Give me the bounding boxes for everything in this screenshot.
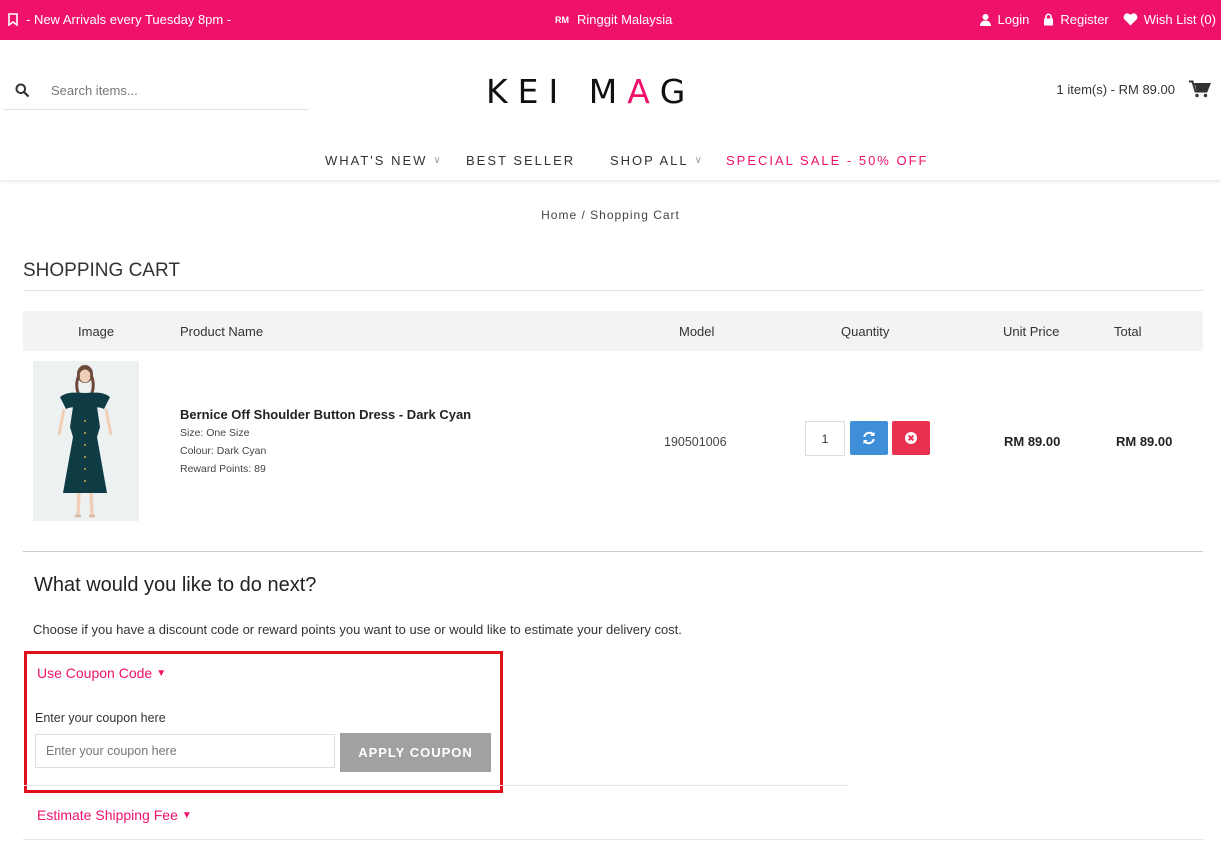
- nav-label: SPECIAL SALE - 50% OFF: [726, 153, 929, 168]
- nav-special-sale[interactable]: SPECIAL SALE - 50% OFF: [726, 153, 928, 168]
- col-product-name: Product Name: [180, 324, 264, 339]
- divider: [23, 551, 1203, 552]
- register-label: Register: [1060, 12, 1109, 27]
- wishlist-link[interactable]: Wish List (0): [1123, 12, 1216, 27]
- remove-item-button[interactable]: [892, 421, 930, 455]
- page-title: SHOPPING CART: [23, 260, 180, 281]
- coupon-accordion-toggle[interactable]: Use Coupon Code ▼: [37, 665, 166, 681]
- col-image: Image: [78, 324, 115, 339]
- lock-icon: [1044, 13, 1054, 26]
- product-image[interactable]: [33, 361, 139, 521]
- col-quantity: Quantity: [841, 324, 890, 339]
- user-icon: [979, 14, 991, 26]
- update-quantity-button[interactable]: [850, 421, 888, 455]
- header-cart[interactable]: 1 item(s) - RM 89.00: [1057, 80, 1211, 98]
- caret-down-icon: ▼: [156, 667, 167, 679]
- cart-summary-text: 1 item(s) - RM 89.00: [1056, 81, 1175, 97]
- nav-label: WHAT'S NEW: [325, 153, 428, 168]
- line-total: RM 89.00: [1116, 434, 1173, 449]
- nav-label: SHOP ALL: [610, 153, 689, 168]
- login-label: Login: [997, 12, 1030, 27]
- search-bar: [3, 70, 309, 110]
- logo-accent: A: [627, 71, 660, 111]
- col-total: Total: [1114, 324, 1142, 339]
- promo-text: - New Arrivals every Tuesday 8pm -: [26, 12, 232, 27]
- register-link[interactable]: Register: [1043, 12, 1109, 27]
- search-icon[interactable]: [15, 83, 29, 97]
- close-circle-icon: [905, 432, 917, 444]
- shipping-title: Estimate Shipping Fee: [37, 807, 178, 823]
- account-links: Login Register Wish List (0): [979, 12, 1216, 27]
- site-logo[interactable]: KEI MAG: [486, 71, 696, 111]
- col-unit-price: Unit Price: [1003, 324, 1060, 339]
- quantity-input[interactable]: [805, 421, 845, 456]
- login-link[interactable]: Login: [979, 12, 1030, 27]
- dress-illustration: [33, 361, 139, 521]
- promo-banner: - New Arrivals every Tuesday 8pm -: [8, 12, 231, 27]
- caret-down-icon: ▼: [181, 809, 192, 821]
- breadcrumb-separator: /: [581, 208, 586, 222]
- product-option-colour: Colour: Dark Cyan: [180, 445, 267, 457]
- divider: [23, 839, 1203, 840]
- shipping-accordion-toggle[interactable]: Estimate Shipping Fee ▼: [37, 807, 192, 823]
- coupon-title: Use Coupon Code: [37, 665, 153, 681]
- breadcrumb-home[interactable]: Home: [541, 208, 577, 222]
- heart-icon: [1123, 13, 1138, 26]
- nav-shop-all[interactable]: SHOP ALL ∨: [610, 153, 702, 168]
- next-steps-heading: What would you like to do next?: [34, 574, 317, 596]
- cart-table-header: Image Product Name Model Quantity Unit P…: [23, 311, 1203, 351]
- col-model: Model: [679, 324, 715, 339]
- nav-whats-new[interactable]: WHAT'S NEW ∨: [325, 153, 441, 168]
- breadcrumb-current[interactable]: Shopping Cart: [590, 208, 680, 222]
- product-reward-points: Reward Points: 89: [180, 463, 266, 475]
- unit-price: RM 89.00: [1004, 434, 1061, 449]
- nav-label: BEST SELLER: [466, 153, 576, 168]
- shopping-cart-icon: [1189, 80, 1211, 98]
- divider: [23, 785, 849, 786]
- search-input[interactable]: [51, 78, 301, 102]
- chevron-down-icon: ∨: [694, 155, 702, 166]
- product-option-size: Size: One Size: [180, 427, 250, 439]
- bookmark-icon: [8, 13, 18, 26]
- chevron-down-icon: ∨: [433, 155, 441, 166]
- main-nav: WHAT'S NEW ∨ BEST SELLER SHOP ALL ∨ SPEC…: [0, 140, 1221, 181]
- top-announcement-bar: - New Arrivals every Tuesday 8pm - RM Ri…: [0, 0, 1221, 40]
- product-name-link[interactable]: Bernice Off Shoulder Button Dress - Dark…: [180, 407, 471, 422]
- breadcrumb: Home / Shopping Cart: [0, 208, 1221, 222]
- apply-coupon-button[interactable]: APPLY COUPON: [340, 733, 491, 772]
- wishlist-label: Wish List (0): [1143, 12, 1216, 27]
- logo-text-1: KEI M: [486, 71, 628, 111]
- product-model: 190501006: [664, 435, 727, 449]
- currency-selector[interactable]: RM Ringgit Malaysia: [555, 12, 672, 27]
- nav-best-seller[interactable]: BEST SELLER: [466, 153, 575, 168]
- logo-text-2: G: [659, 71, 696, 111]
- currency-label: Ringgit Malaysia: [577, 12, 673, 27]
- coupon-field-label: Enter your coupon here: [35, 711, 166, 725]
- currency-code: RM: [555, 14, 569, 25]
- coupon-input[interactable]: [35, 734, 335, 768]
- next-steps-description: Choose if you have a discount code or re…: [33, 622, 682, 637]
- refresh-icon: [863, 431, 875, 445]
- divider: [23, 290, 1203, 291]
